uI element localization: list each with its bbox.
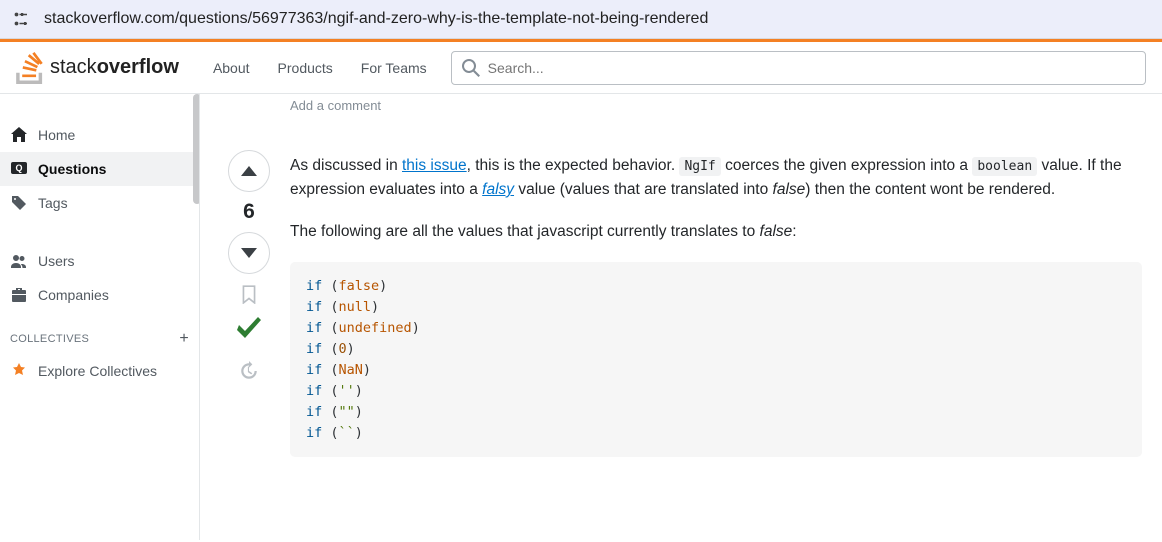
code-boolean: boolean (972, 157, 1037, 176)
nav-forteams[interactable]: For Teams (347, 60, 441, 76)
history-icon (239, 361, 259, 381)
site-settings-icon[interactable] (10, 8, 32, 30)
search-container[interactable] (451, 51, 1146, 85)
nav-about[interactable]: About (199, 60, 264, 76)
main-content: Add a comment 6 As discussed in this iss… (200, 94, 1162, 540)
url-text[interactable]: stackoverflow.com/questions/56977363/ngi… (44, 10, 708, 28)
sidebar-item-companies[interactable]: Companies (0, 278, 199, 312)
svg-text:Q: Q (15, 163, 22, 173)
link-falsy[interactable]: falsy (482, 181, 514, 198)
sidebar-scrollbar[interactable] (191, 94, 200, 540)
sidebar-heading-collectives: COLLECTIVES + (0, 312, 199, 354)
stackoverflow-logo[interactable]: stackoverflow (16, 52, 179, 84)
search-input[interactable] (488, 60, 1135, 76)
home-icon (10, 126, 28, 144)
briefcase-icon (10, 286, 28, 304)
accepted-checkmark (231, 312, 267, 351)
link-this-issue[interactable]: this issue (402, 157, 467, 174)
sidebar-item-questions[interactable]: Q Questions (0, 152, 199, 186)
users-icon (10, 252, 28, 270)
answer-para-1: As discussed in this issue, this is the … (290, 154, 1142, 202)
sidebar-item-tags[interactable]: Tags (0, 186, 199, 220)
sidebar-label-explore: Explore Collectives (38, 363, 157, 379)
logo-text: stackoverflow (50, 56, 179, 79)
sidebar-item-home[interactable]: Home (0, 118, 199, 152)
code-ngif: NgIf (679, 157, 720, 176)
plus-icon[interactable]: + (179, 330, 189, 348)
sidebar-item-explore-collectives[interactable]: Explore Collectives (0, 354, 199, 388)
downvote-button[interactable] (228, 232, 270, 274)
sidebar-label-home: Home (38, 127, 75, 143)
down-arrow-icon (241, 248, 257, 258)
site-header: stackoverflow About Products For Teams (0, 42, 1162, 94)
vote-column: 6 (220, 104, 278, 540)
answer-para-2: The following are all the values that ja… (290, 220, 1142, 244)
check-icon (231, 312, 267, 348)
sidebar-label-companies: Companies (38, 287, 109, 303)
sidebar-item-users[interactable]: Users (0, 244, 199, 278)
up-arrow-icon (241, 166, 257, 176)
sidebar-label-questions: Questions (38, 161, 106, 177)
bookmark-button[interactable] (239, 284, 259, 304)
bookmark-icon (239, 284, 259, 304)
browser-address-bar[interactable]: stackoverflow.com/questions/56977363/ngi… (0, 0, 1162, 39)
tag-icon (10, 194, 28, 212)
search-icon (462, 59, 480, 77)
vote-score: 6 (243, 200, 255, 224)
sidebar-label-tags: Tags (38, 195, 68, 211)
history-button[interactable] (239, 361, 259, 381)
answer-body: As discussed in this issue, this is the … (278, 104, 1142, 540)
upvote-button[interactable] (228, 150, 270, 192)
stackoverflow-icon (16, 52, 44, 84)
star-burst-icon (10, 362, 28, 380)
code-block[interactable]: if (false) if (null) if (undefined) if (… (290, 262, 1142, 457)
nav-products[interactable]: Products (264, 60, 347, 76)
questions-icon: Q (10, 160, 28, 178)
sidebar-label-users: Users (38, 253, 75, 269)
add-comment-link[interactable]: Add a comment (290, 98, 381, 113)
left-sidebar: Home Q Questions Tags Users Companies CO… (0, 94, 200, 540)
scrollbar-thumb[interactable] (193, 94, 200, 204)
